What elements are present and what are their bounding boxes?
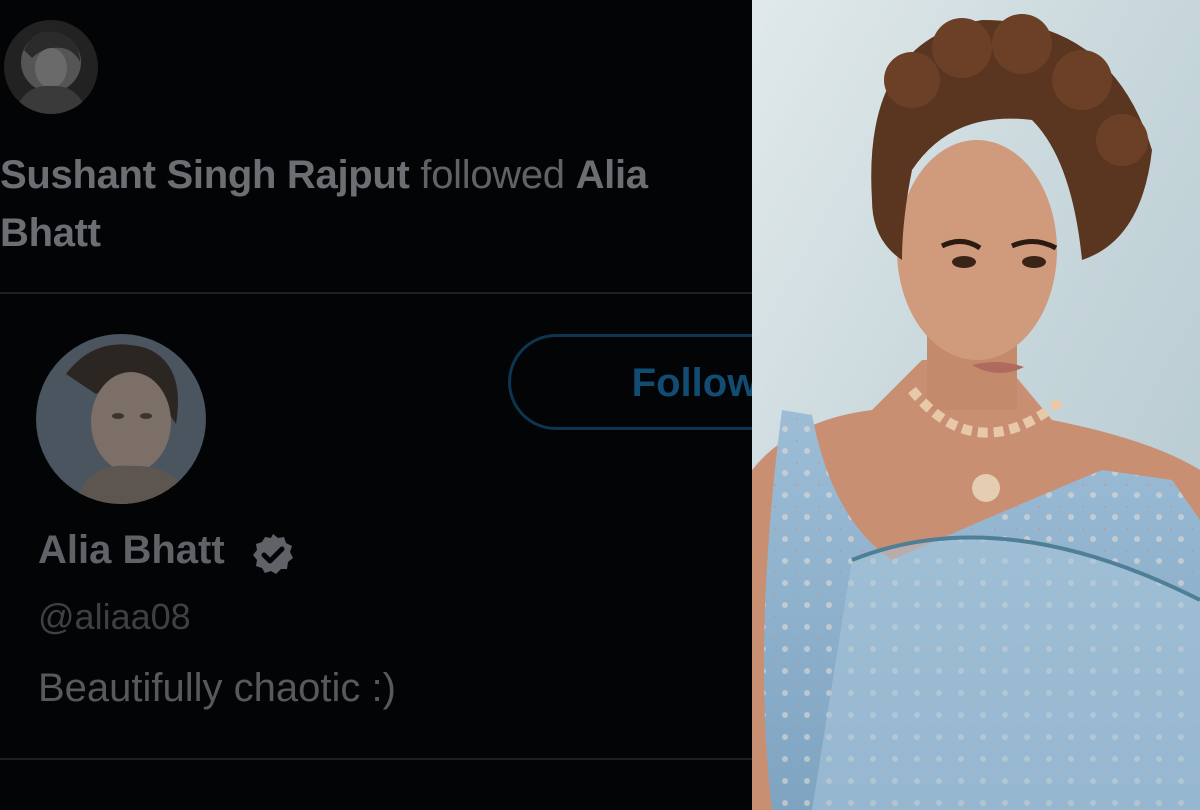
- activity-text: Sushant Singh Rajput followed Alia Bhatt: [0, 146, 752, 262]
- user-handle: @aliaa08: [38, 596, 191, 637]
- user-avatar[interactable]: [36, 334, 206, 504]
- actor-name-link[interactable]: Sushant Singh Rajput: [0, 153, 410, 197]
- composite-image: Sushant Singh Rajput followed Alia Bhatt…: [0, 0, 1200, 810]
- target-name-link[interactable]: Alia: [576, 153, 648, 197]
- user-bio: Beautifully chaotic :): [38, 666, 396, 710]
- portrait-photo: [752, 0, 1200, 810]
- target-name-link-continued[interactable]: Bhatt: [0, 211, 101, 255]
- verified-badge-icon: [253, 534, 293, 574]
- portrait-illustration: [752, 0, 1200, 810]
- twitter-activity-panel: Sushant Singh Rajput followed Alia Bhatt…: [0, 0, 752, 810]
- actor-avatar[interactable]: [4, 20, 98, 114]
- user-card[interactable]: Follow Alia Bhatt @aliaa08 Beautifully c…: [0, 292, 752, 760]
- user-display-name[interactable]: Alia Bhatt: [38, 528, 225, 573]
- activity-verb: followed: [420, 153, 565, 197]
- follow-button[interactable]: Follow: [508, 334, 752, 430]
